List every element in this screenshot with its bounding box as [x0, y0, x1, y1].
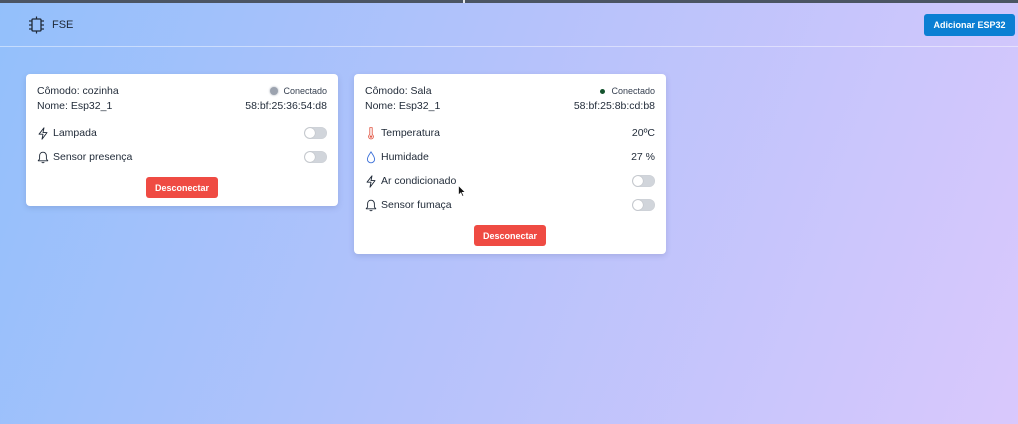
status-label: Conectado [283, 86, 327, 96]
sensor-label: Temperatura [381, 127, 440, 139]
device-card: Cômodo: Sala Conectado Nome: Esp32_1 58:… [354, 74, 666, 254]
sensor-presenca-toggle[interactable] [304, 151, 327, 163]
feature-row-sensor-presenca: Sensor presença [37, 149, 327, 165]
app-header: FSE Adicionar ESP32 [0, 3, 1018, 47]
sensor-label: Humidade [381, 151, 429, 163]
device-name: Nome: Esp32_1 [37, 100, 113, 112]
device-room: Cômodo: cozinha [37, 85, 119, 97]
status-badge: Conectado [600, 86, 655, 96]
status-badge: Conectado [270, 86, 327, 96]
disconnect-button[interactable]: Desconectar [474, 225, 546, 246]
humidity-value: 27 % [631, 151, 655, 163]
disconnect-button[interactable]: Desconectar [146, 177, 218, 198]
device-mac: 58:bf:25:36:54:d8 [245, 100, 327, 112]
feature-row-lampada: Lampada [37, 125, 327, 141]
device-card: Cômodo: cozinha Conectado Nome: Esp32_1 … [26, 74, 338, 206]
status-label: Conectado [611, 86, 655, 96]
sensor-fumaca-toggle[interactable] [632, 199, 655, 211]
lightning-icon [366, 174, 376, 188]
status-dot-icon [600, 88, 606, 94]
feature-row-ar-condicionado: Ar condicionado [365, 173, 655, 189]
brand[interactable]: FSE [28, 16, 73, 34]
chip-icon [29, 16, 44, 34]
feature-label: Lampada [53, 127, 97, 139]
temperature-value: 20ºC [631, 127, 655, 139]
add-esp32-button[interactable]: Adicionar ESP32 [924, 14, 1015, 36]
bell-icon [365, 199, 377, 211]
sensor-row-humidade: Humidade 27 % [365, 149, 655, 165]
device-mac: 58:bf:25:8b:cd:b8 [573, 100, 655, 112]
mouse-cursor-icon [458, 185, 466, 197]
lampada-toggle[interactable] [304, 127, 327, 139]
ar-condicionado-toggle[interactable] [632, 175, 655, 187]
bell-icon [37, 151, 49, 163]
thermometer-icon [368, 126, 374, 139]
device-room: Cômodo: Sala [365, 85, 432, 97]
droplet-icon [366, 150, 376, 163]
feature-label: Sensor fumaça [381, 199, 452, 211]
device-name: Nome: Esp32_1 [365, 100, 441, 112]
lightning-icon [38, 126, 48, 140]
brand-name: FSE [52, 19, 74, 31]
status-dot-icon [270, 87, 279, 95]
sensor-row-temperatura: Temperatura 20ºC [365, 125, 655, 141]
feature-label: Ar condicionado [381, 175, 457, 187]
feature-label: Sensor presença [53, 151, 133, 163]
feature-row-sensor-fumaca: Sensor fumaça [365, 197, 655, 213]
